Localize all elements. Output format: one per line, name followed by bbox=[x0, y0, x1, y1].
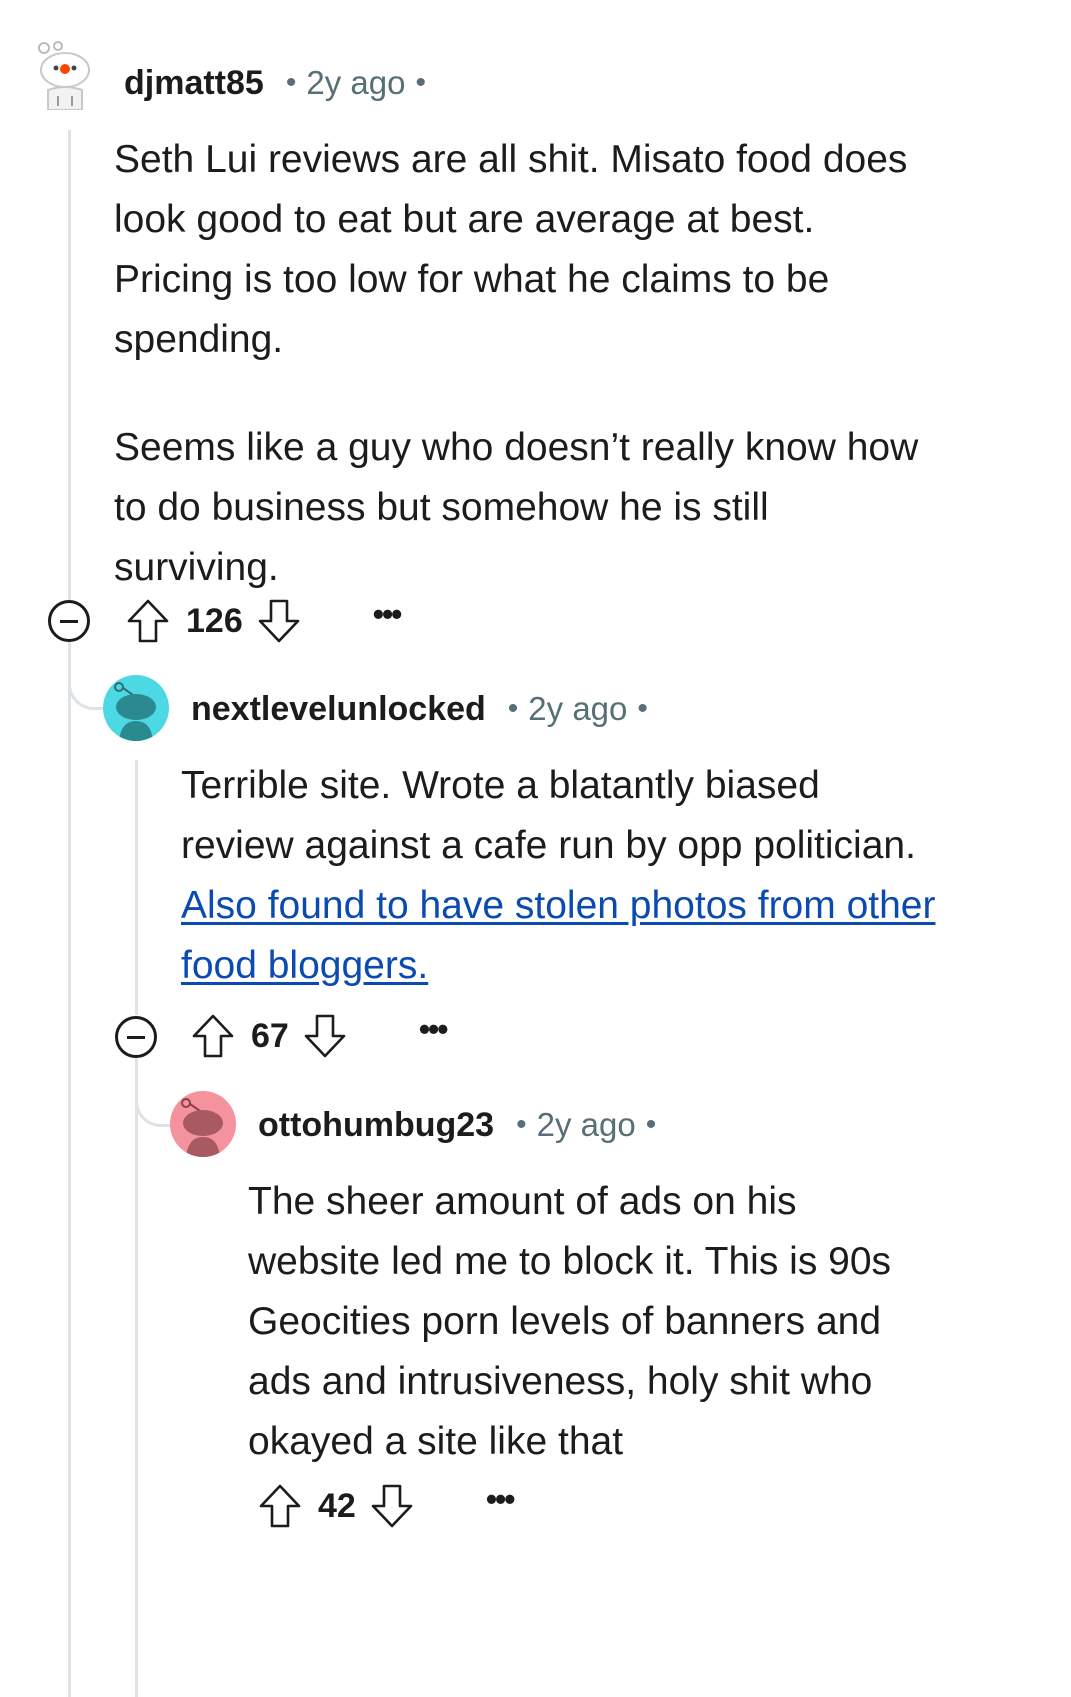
comment-text: Terrible site. Wrote a blatantly biased … bbox=[181, 764, 916, 867]
upvote-arrow-icon bbox=[259, 1484, 301, 1528]
meta-separator: • bbox=[507, 692, 519, 725]
upvote-arrow-icon bbox=[127, 599, 169, 643]
timestamp[interactable]: 2y ago bbox=[537, 1106, 636, 1144]
meta-separator: • bbox=[516, 1108, 527, 1141]
comment-paragraph: Terrible site. Wrote a blatantly biased … bbox=[181, 756, 941, 996]
snoo-avatar-icon bbox=[181, 1098, 223, 1157]
downvote-button[interactable] bbox=[303, 1012, 347, 1060]
more-options-button[interactable]: ••• bbox=[419, 1013, 449, 1059]
thread-elbow-reply-2 bbox=[135, 1060, 172, 1127]
avatar-djmatt85[interactable] bbox=[36, 40, 98, 111]
vote-score: 42 bbox=[318, 1486, 356, 1525]
downvote-arrow-icon bbox=[258, 599, 300, 643]
downvote-arrow-icon bbox=[371, 1484, 413, 1528]
comment-header: nextlevelunlocked • 2y ago • bbox=[191, 688, 648, 730]
username[interactable]: djmatt85 bbox=[124, 64, 264, 103]
upvote-arrow-icon bbox=[192, 1014, 234, 1058]
comment-actions: 126 ••• bbox=[126, 595, 403, 647]
comment-paragraph: Seth Lui reviews are all shit. Misato fo… bbox=[114, 138, 908, 361]
avatar-ottohumbug23[interactable] bbox=[170, 1091, 236, 1157]
upvote-button[interactable] bbox=[258, 1482, 302, 1530]
thread-elbow-reply-1 bbox=[68, 645, 105, 710]
username[interactable]: nextlevelunlocked bbox=[191, 690, 486, 729]
upvote-button[interactable] bbox=[126, 597, 170, 645]
comment-header: ottohumbug23 • 2y ago • bbox=[258, 1104, 656, 1146]
downvote-button[interactable] bbox=[257, 597, 301, 645]
more-options-button[interactable]: ••• bbox=[373, 598, 403, 644]
comment-actions: 42 ••• bbox=[258, 1480, 516, 1532]
comment-actions: 67 ••• bbox=[191, 1010, 449, 1062]
username[interactable]: ottohumbug23 bbox=[258, 1106, 494, 1145]
meta-separator: • bbox=[285, 66, 297, 99]
timestamp[interactable]: 2y ago bbox=[306, 64, 405, 102]
comment-paragraph: The sheer amount of ads on his website l… bbox=[248, 1180, 892, 1463]
snoo-avatar-icon bbox=[38, 41, 90, 111]
avatar-nextlevelunlocked[interactable] bbox=[103, 675, 169, 741]
comment-body: Seth Lui reviews are all shit. Misato fo… bbox=[114, 130, 934, 598]
vote-score: 67 bbox=[251, 1016, 289, 1055]
timestamp[interactable]: 2y ago bbox=[528, 690, 627, 728]
meta-separator-trailing: • bbox=[637, 692, 648, 725]
vote-score: 126 bbox=[186, 601, 243, 640]
comment-paragraph: Seems like a guy who doesn’t really know… bbox=[114, 426, 919, 589]
snoo-avatar-icon bbox=[114, 682, 156, 741]
downvote-button[interactable] bbox=[370, 1482, 414, 1530]
meta-separator-trailing: • bbox=[645, 1108, 657, 1141]
thread-line-level-1-lower bbox=[68, 640, 71, 1697]
comment-link[interactable]: Also found to have stolen photos from ot… bbox=[181, 884, 935, 987]
comment-header: djmatt85 • 2y ago • bbox=[124, 62, 426, 104]
thread-line-level-2-lower bbox=[135, 1058, 138, 1697]
thread-line-level-1 bbox=[68, 130, 71, 600]
comment-body: Terrible site. Wrote a blatantly biased … bbox=[181, 756, 941, 996]
more-options-button[interactable]: ••• bbox=[486, 1483, 516, 1529]
thread-line-level-2 bbox=[135, 760, 138, 1015]
comment-body: The sheer amount of ads on his website l… bbox=[248, 1172, 928, 1472]
upvote-button[interactable] bbox=[191, 1012, 235, 1060]
downvote-arrow-icon bbox=[304, 1014, 346, 1058]
collapse-thread-button[interactable] bbox=[115, 1016, 157, 1058]
collapse-thread-button[interactable] bbox=[48, 600, 90, 642]
meta-separator-trailing: • bbox=[415, 66, 426, 99]
